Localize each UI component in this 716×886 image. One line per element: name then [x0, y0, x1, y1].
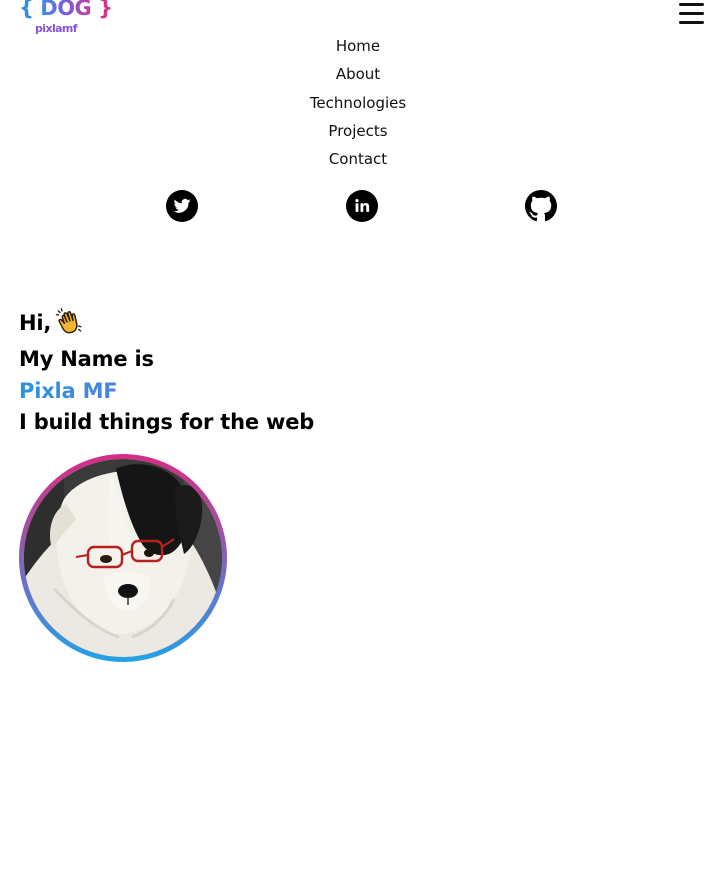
logo-wordmark: { DOG } [19, 0, 113, 22]
hero-intro: My Name is [19, 347, 154, 372]
dog-with-glasses-photo [24, 459, 222, 657]
logo-right-brace: } [98, 0, 113, 20]
hero-section: Hi, My Name is Pixla MF I build things f… [19, 307, 314, 438]
main-nav: Home About Technologies Projects Contact [0, 32, 716, 173]
social-links [0, 190, 716, 222]
logo-word: DOG [40, 0, 92, 20]
hamburger-menu-icon[interactable] [679, 3, 704, 24]
logo-left-brace: { [19, 0, 34, 20]
hero-greeting-line: Hi, [19, 307, 314, 344]
github-icon[interactable] [525, 190, 557, 222]
hero-tagline: I build things for the web [19, 409, 315, 434]
nav-link-contact[interactable]: Contact [0, 145, 716, 173]
menu-bar-middle [679, 12, 704, 15]
nav-link-home[interactable]: Home [0, 32, 716, 60]
avatar [19, 454, 227, 662]
nav-link-about[interactable]: About [0, 60, 716, 88]
linkedin-icon[interactable] [346, 190, 378, 222]
waving-hand-icon [55, 307, 83, 344]
menu-bar-top [679, 3, 704, 6]
site-logo[interactable]: { DOG } pixlamf [19, 0, 113, 35]
hero-greeting: Hi, [19, 311, 52, 335]
nav-link-projects[interactable]: Projects [0, 117, 716, 145]
menu-bar-bottom [679, 21, 704, 24]
hero-name: Pixla MF [19, 376, 314, 407]
nav-link-technologies[interactable]: Technologies [0, 89, 716, 117]
twitter-icon[interactable] [166, 190, 198, 222]
